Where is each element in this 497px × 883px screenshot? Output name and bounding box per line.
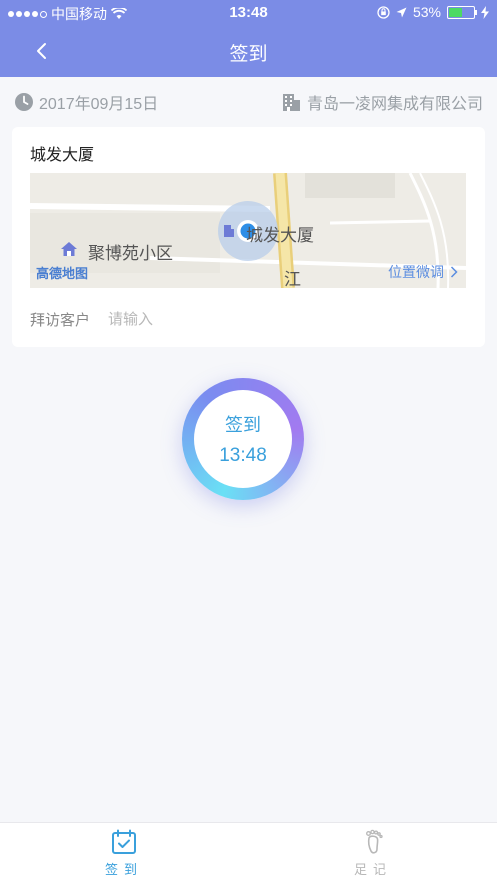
map-view[interactable]: 聚博苑小区 城发大厦 江 高德地图 位置微调 <box>30 173 466 288</box>
map-road-label: 江 <box>284 270 301 288</box>
calendar-check-icon <box>112 829 136 854</box>
adjust-location-link[interactable]: 位置微调 <box>388 262 458 282</box>
battery-icon <box>447 5 477 19</box>
info-row: 2017年09月15日 青岛一凌网集成有限公司 <box>14 88 483 114</box>
company-name: 青岛一凌网集成有限公司 <box>306 96 483 113</box>
tab-bar: 签到 足记 <box>0 822 497 883</box>
status-bar: 中国移动 13:48 53% <box>0 0 497 26</box>
checkin-time: 13:48 <box>219 445 267 466</box>
location-arrow-icon <box>396 7 407 17</box>
building-icon <box>282 94 300 111</box>
location-card: 城发大厦 聚博苑小区 城发大厦 江 高德地图 位置微调 拜访客户 请输入 <box>12 127 485 347</box>
clock-icon <box>15 93 33 111</box>
status-right: 53% <box>377 4 489 20</box>
tab-checkin[interactable]: 签到 <box>64 829 184 881</box>
date-text: 2017年09月15日 <box>39 96 159 113</box>
navbar: 签到 <box>0 26 497 77</box>
place-name: 城发大厦 <box>30 147 95 164</box>
map-logo: 高德地图 <box>36 266 89 281</box>
visit-customer-input[interactable] <box>108 310 359 328</box>
charging-icon <box>481 5 489 19</box>
map-poi-center-label: 城发大厦 <box>246 226 314 245</box>
chevron-right-icon <box>450 266 458 278</box>
tab-footprint[interactable]: 足记 <box>313 829 433 881</box>
page-title: 签到 <box>229 44 268 65</box>
footprint-icon <box>366 829 383 854</box>
visit-customer-row: 拜访客户 <box>30 307 467 331</box>
map-poi-label: 聚博苑小区 <box>88 244 173 263</box>
adjust-location-label: 位置微调 <box>388 264 444 280</box>
date-info: 2017年09月15日 <box>14 90 158 114</box>
header: 中国移动 13:48 53% 签到 <box>0 0 497 77</box>
checkin-inner: 签到 13:48 <box>194 390 292 488</box>
checkin-button[interactable]: 签到 13:48 <box>178 374 308 504</box>
company-info: 青岛一凌网集成有限公司 <box>281 90 483 114</box>
checkin-label: 签到 <box>225 415 261 435</box>
building-poi-icon <box>224 225 234 237</box>
tab-footprint-label: 足记 <box>353 862 392 877</box>
home-icon <box>61 242 77 256</box>
orientation-lock-icon <box>377 5 390 19</box>
visit-customer-label: 拜访客户 <box>30 311 91 329</box>
tab-checkin-label: 签到 <box>104 862 143 877</box>
battery-percent: 53% <box>412 4 441 20</box>
